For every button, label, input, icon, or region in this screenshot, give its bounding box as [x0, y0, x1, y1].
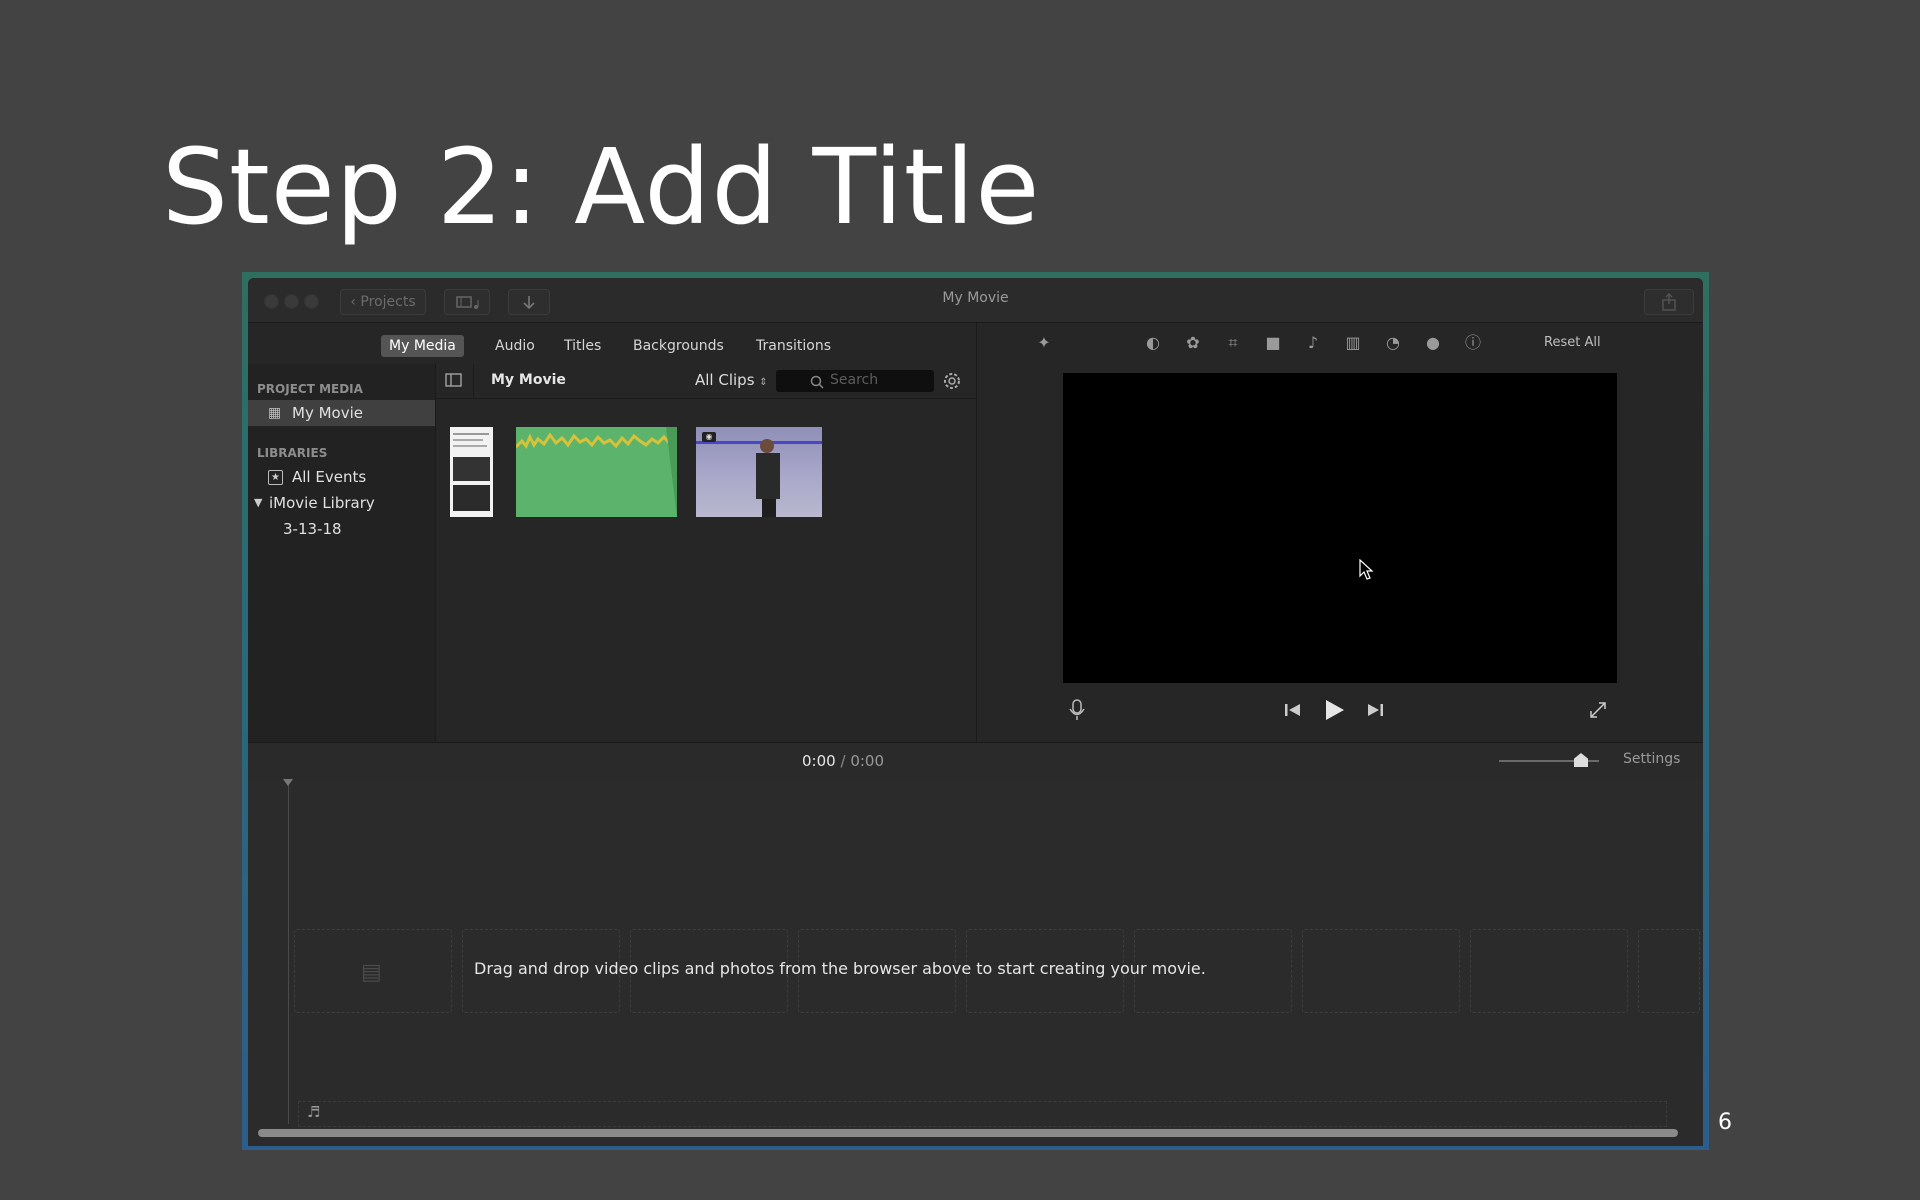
pane-divider [976, 323, 977, 742]
disclosure-triangle-icon[interactable]: ▼ [254, 490, 262, 516]
timeline-scrollbar[interactable] [258, 1129, 1678, 1137]
up-down-chevron-icon: ⇕ [759, 377, 768, 388]
skip-forward-icon [1368, 704, 1383, 716]
voiceover-button[interactable] [1068, 698, 1086, 726]
desktop-background: ‹ Projects My Movie My Media Audio Title… [242, 272, 1709, 1150]
title-bar: ‹ Projects My Movie [248, 278, 1703, 323]
color-balance-icon[interactable]: ◐ [1143, 333, 1163, 353]
search-icon [810, 375, 824, 389]
volume-icon[interactable]: ♪ [1303, 333, 1323, 353]
sidebar-item-all-events[interactable]: ★ All Events [248, 464, 435, 490]
sidebar-item-event[interactable]: 3-13-18 [248, 516, 435, 542]
settings-gear-button[interactable] [941, 370, 963, 392]
tab-my-media[interactable]: My Media [381, 335, 464, 357]
stabilization-camera-icon[interactable]: ■ [1263, 333, 1283, 353]
search-field[interactable]: Search [776, 370, 934, 392]
color-palette-icon[interactable]: ✿ [1183, 333, 1203, 353]
empty-clip-slot: ▤ [294, 929, 452, 1013]
skip-forward-button[interactable] [1366, 702, 1384, 722]
current-time: 0:00 [802, 752, 836, 770]
skip-back-button[interactable] [1284, 702, 1302, 722]
clip-filter-icon[interactable]: ● [1423, 333, 1443, 353]
timeline[interactable]: ▤ Drag and drop video clips and photos f… [248, 779, 1703, 1146]
document-clip-thumbnail[interactable] [450, 427, 493, 517]
sidebar-item-label: My Movie [292, 404, 363, 422]
library-sidebar: PROJECT MEDIA ▦ My Movie LIBRARIES ★ All… [248, 364, 436, 742]
total-time: 0:00 [850, 752, 884, 770]
tab-transitions[interactable]: Transitions [748, 335, 839, 357]
project-media-heading: PROJECT MEDIA [257, 382, 363, 396]
gear-icon [944, 373, 960, 389]
playhead[interactable] [288, 779, 289, 1124]
video-viewer[interactable] [1063, 373, 1617, 683]
libraries-heading: LIBRARIES [257, 446, 328, 460]
star-icon: ★ [268, 470, 283, 485]
media-browser-toolbar: My Movie All Clips ⇕ Search [436, 364, 976, 399]
mouse-pointer-icon [1359, 559, 1374, 580]
sidebar-item-imovie-library[interactable]: ▼ iMovie Library [248, 490, 435, 516]
clapperboard-icon: ▦ [268, 405, 282, 421]
slide-title: Step 2: Add Title [162, 126, 1041, 248]
share-button[interactable] [1644, 289, 1694, 315]
browser-tabs: My Media Audio Titles Backgrounds Transi… [248, 323, 976, 363]
timecode: 0:00 / 0:00 [248, 752, 1438, 770]
adjustment-toolbar: ✦ ◐ ✿ ⌗ ■ ♪ ▥ ◔ ● ⓘ Reset All [977, 323, 1703, 363]
clip-filter-select[interactable]: All Clips ⇕ [695, 371, 768, 389]
camera-icon: ◉ [702, 432, 716, 442]
zoom-slider[interactable] [1499, 753, 1599, 767]
video-clip-thumbnail[interactable]: ◉ [696, 427, 822, 517]
imovie-window: ‹ Projects My Movie My Media Audio Title… [248, 278, 1703, 1146]
timeline-header: 0:00 / 0:00 Settings [248, 742, 1703, 780]
window-title: My Movie [942, 290, 1009, 306]
clip-filter-value: All Clips [695, 371, 755, 389]
skip-back-icon [1285, 704, 1300, 716]
zoom-slider-thumb[interactable] [1574, 753, 1588, 767]
reset-all-button[interactable]: Reset All [1544, 335, 1601, 350]
share-icon [1662, 293, 1676, 311]
sidebar-item-my-movie[interactable]: ▦ My Movie [248, 400, 435, 426]
sidebar-item-label: iMovie Library [269, 494, 375, 512]
audio-clip-thumbnail[interactable] [516, 427, 677, 517]
media-browser: ◉ [436, 399, 976, 742]
crop-icon[interactable]: ⌗ [1223, 333, 1243, 353]
timeline-settings-button[interactable]: Settings [1623, 751, 1680, 767]
empty-clip-slot [1638, 929, 1700, 1013]
speed-gauge-icon[interactable]: ◔ [1383, 333, 1403, 353]
media-browser-title: My Movie [491, 372, 566, 388]
toolbar-divider [473, 364, 474, 398]
tab-titles[interactable]: Titles [556, 335, 609, 357]
music-note-icon: ♬ [307, 1103, 321, 1121]
slide-number: 6 [1718, 1110, 1732, 1135]
playhead-marker[interactable] [283, 779, 293, 786]
sidebar-toggle-icon [445, 373, 462, 387]
time-separator: / [840, 752, 846, 770]
waveform-icon [516, 427, 677, 517]
tab-backgrounds[interactable]: Backgrounds [625, 335, 732, 357]
sidebar-toggle-button[interactable] [444, 371, 464, 389]
sidebar-item-label: 3-13-18 [283, 520, 342, 538]
microphone-icon [1069, 699, 1085, 720]
sidebar-item-label: All Events [292, 468, 367, 486]
expand-arrows-icon [1590, 702, 1606, 718]
info-icon[interactable]: ⓘ [1463, 333, 1483, 353]
search-placeholder: Search [830, 372, 879, 388]
play-button[interactable] [1324, 698, 1346, 726]
magic-wand-icon[interactable]: ✦ [1034, 333, 1054, 353]
equalizer-icon[interactable]: ▥ [1343, 333, 1363, 353]
tab-audio[interactable]: Audio [487, 335, 543, 357]
empty-clip-slot [1302, 929, 1460, 1013]
film-strip-icon: ▤ [361, 960, 382, 985]
fullscreen-button[interactable] [1588, 700, 1608, 724]
empty-clip-slot [1470, 929, 1628, 1013]
background-music-lane[interactable]: ♬ [298, 1101, 1667, 1127]
timeline-empty-message: Drag and drop video clips and photos fro… [474, 959, 1206, 978]
play-icon [1326, 700, 1344, 720]
